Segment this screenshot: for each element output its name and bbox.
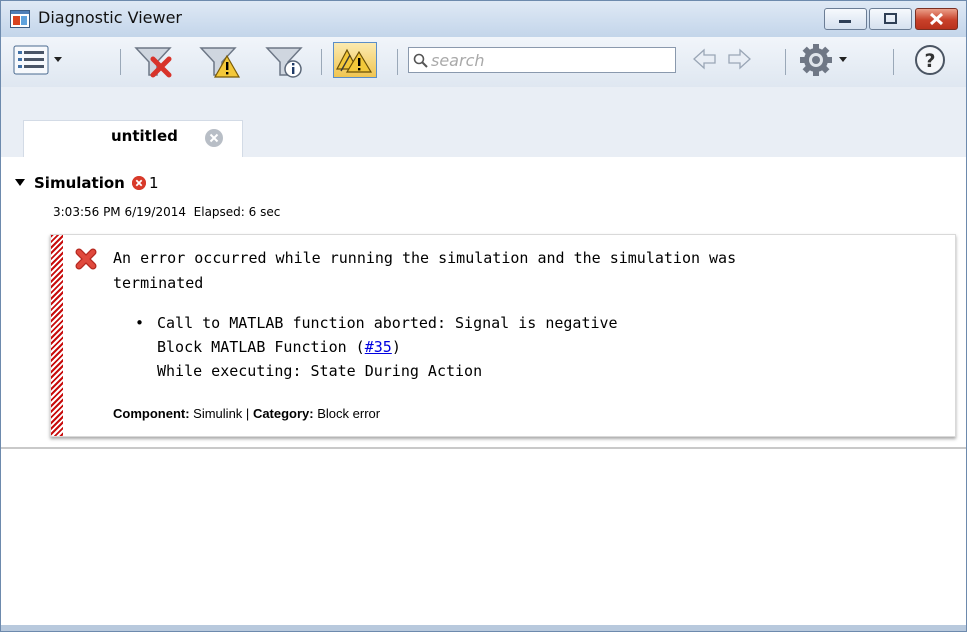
toolbar-separator bbox=[120, 49, 121, 75]
meta-separator: | bbox=[245, 406, 250, 421]
detail-bullet: • bbox=[135, 314, 145, 332]
arrow-right-icon bbox=[728, 48, 751, 70]
detail-line-3: While executing: State During Action bbox=[157, 362, 483, 380]
help-icon: ? bbox=[915, 45, 945, 75]
filter-errors-icon bbox=[134, 47, 172, 78]
section-divider bbox=[1, 447, 966, 449]
block-prefix: Block MATLAB Function ( bbox=[157, 338, 365, 356]
help-button[interactable]: ? bbox=[913, 42, 949, 78]
category-value: Block error bbox=[317, 406, 381, 421]
list-view-icon bbox=[13, 45, 62, 75]
tab-strip: untitled bbox=[1, 87, 966, 157]
filter-info-icon bbox=[265, 47, 303, 78]
arrow-left-icon bbox=[693, 48, 716, 70]
tab-label: untitled bbox=[111, 127, 178, 145]
gear-icon bbox=[800, 44, 847, 76]
previous-button[interactable] bbox=[691, 42, 719, 78]
minimize-button[interactable] bbox=[824, 8, 867, 30]
component-label: Component: bbox=[113, 406, 190, 421]
diagnostic-message-card[interactable]: An error occurred while running the simu… bbox=[50, 234, 956, 437]
maximize-button[interactable] bbox=[869, 8, 912, 30]
detail-line-2: Block MATLAB Function (#35) bbox=[157, 335, 401, 359]
search-icon bbox=[413, 53, 428, 68]
filter-errors-button[interactable] bbox=[132, 42, 178, 78]
warning-highlight-icon bbox=[336, 48, 373, 73]
svg-text:?: ? bbox=[924, 50, 935, 72]
view-options-button[interactable] bbox=[13, 42, 73, 78]
toolbar-separator bbox=[397, 49, 398, 75]
error-icon bbox=[75, 248, 97, 270]
error-count-icon bbox=[132, 176, 146, 190]
filter-warnings-button[interactable] bbox=[197, 42, 243, 78]
search-box[interactable] bbox=[408, 47, 676, 73]
app-icon bbox=[10, 10, 30, 28]
settings-button[interactable] bbox=[797, 42, 859, 78]
minimize-icon bbox=[839, 20, 851, 23]
error-message-line-2: terminated bbox=[113, 274, 204, 292]
maximize-icon bbox=[884, 13, 897, 24]
component-value: Simulink bbox=[193, 406, 243, 421]
tab-untitled[interactable]: untitled bbox=[23, 120, 243, 157]
run-timestamp: 3:03:56 PM 6/19/2014 Elapsed: 6 sec bbox=[53, 205, 280, 219]
error-count: 1 bbox=[149, 174, 159, 192]
category-label: Category: bbox=[252, 406, 314, 421]
section-title: Simulation bbox=[34, 174, 125, 192]
title-bar[interactable]: Diagnostic Viewer bbox=[1, 1, 966, 37]
tab-close-button[interactable] bbox=[205, 129, 223, 147]
timestamp-text: 3:03:56 PM 6/19/2014 bbox=[53, 205, 187, 219]
next-button[interactable] bbox=[725, 42, 753, 78]
toolbar-separator bbox=[321, 49, 322, 75]
search-input[interactable] bbox=[431, 50, 671, 70]
window-title: Diagnostic Viewer bbox=[38, 8, 182, 27]
diagnostic-viewer-window: Diagnostic Viewer search ? untitled Simu… bbox=[0, 0, 967, 632]
filter-info-button[interactable] bbox=[263, 42, 309, 78]
error-message-line-1: An error occurred while running the simu… bbox=[113, 249, 737, 267]
diagnostics-content: Simulation 1 3:03:56 PM 6/19/2014 Elapse… bbox=[1, 157, 966, 631]
toolbar-separator bbox=[893, 49, 894, 75]
close-button[interactable] bbox=[915, 8, 958, 30]
toolbar-separator bbox=[785, 49, 786, 75]
block-link[interactable]: #35 bbox=[365, 338, 392, 356]
chevron-down-icon[interactable] bbox=[15, 179, 25, 186]
toggle-warnings-button[interactable] bbox=[333, 42, 377, 78]
close-icon bbox=[929, 12, 944, 26]
detail-line-1: Call to MATLAB function aborted: Signal … bbox=[157, 314, 618, 332]
error-stripe bbox=[51, 235, 63, 436]
filter-warnings-icon bbox=[199, 47, 241, 78]
block-suffix: ) bbox=[391, 338, 401, 356]
elapsed-text: Elapsed: 6 sec bbox=[193, 205, 281, 219]
component-category: Component: Simulink | Category: Block er… bbox=[113, 406, 380, 421]
window-bottom-border bbox=[1, 625, 966, 631]
toolbar: ? bbox=[1, 37, 966, 87]
close-icon bbox=[209, 133, 219, 143]
